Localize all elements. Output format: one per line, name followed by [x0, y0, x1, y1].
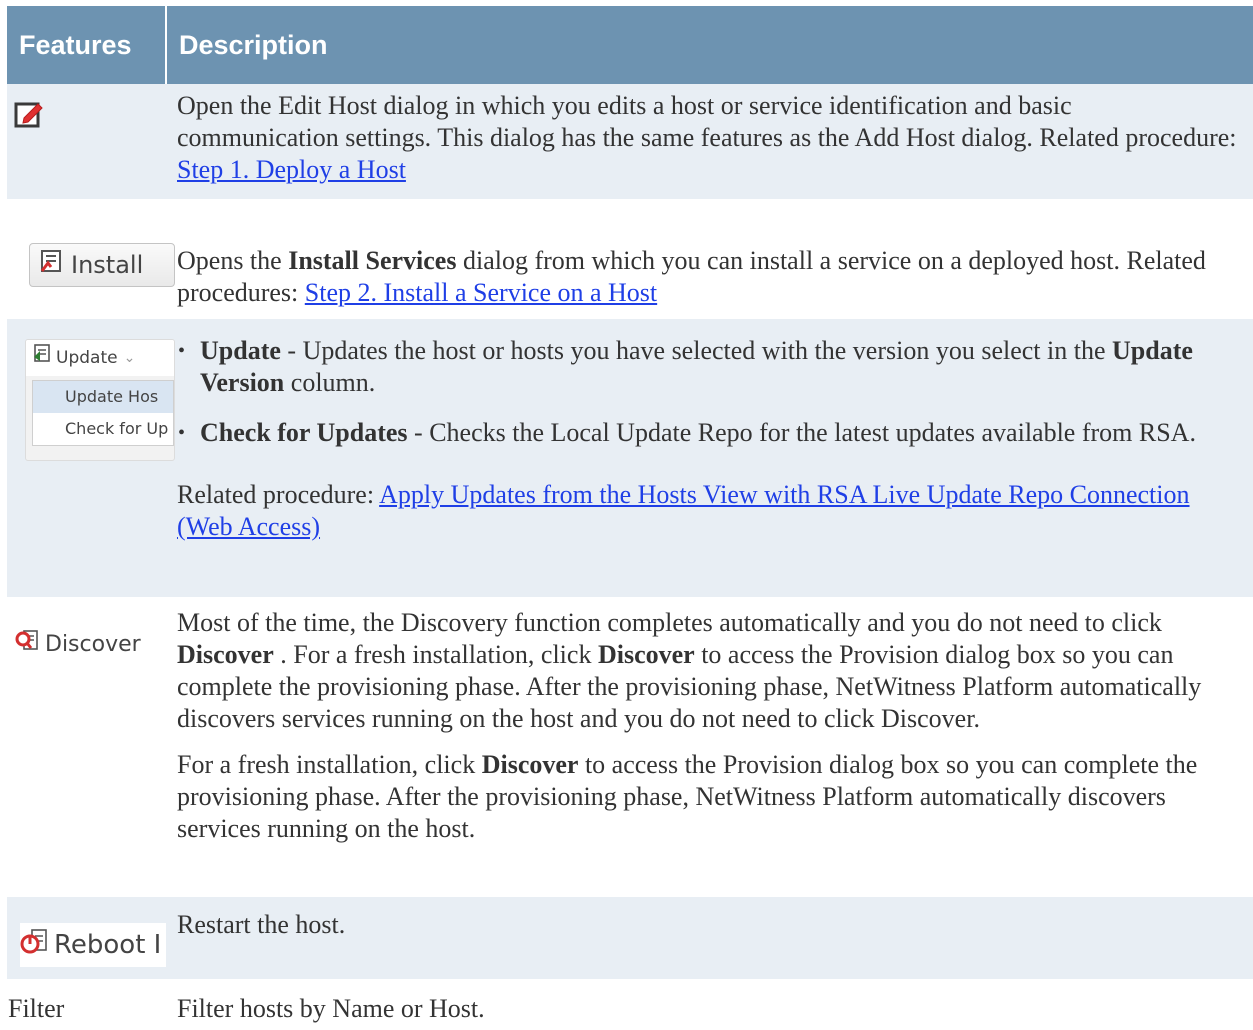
description-cell-filter: Filter hosts by Name or Host. [166, 980, 1253, 1030]
menu-item-check-updates[interactable]: Check for Up [33, 413, 173, 445]
install-button-label: Install [71, 251, 144, 279]
filter-label: Filter [8, 994, 65, 1023]
description-cell-discover: Most of the time, the Discovery function… [166, 598, 1253, 897]
discover-p2-b: Discover [481, 750, 579, 779]
description-cell-install: Opens the Install Services dialog from w… [166, 200, 1253, 319]
discover-button[interactable]: Discover [15, 623, 166, 667]
install-desc-bold: Install Services [288, 246, 457, 275]
install-desc-pre: Opens the [177, 246, 289, 275]
feature-cell-edit [7, 84, 166, 201]
bullet2-bold: Check for Updates [200, 418, 408, 447]
feature-cell-discover: Discover [7, 598, 166, 897]
table-row-update: Update ⌄ Update Hos Check for Up Update … [7, 318, 1253, 599]
bullet2-text: - Checks the Local Update Repo for the l… [407, 418, 1196, 447]
table-row-reboot: Reboot I Restart the host. [7, 896, 1253, 981]
feature-cell-reboot: Reboot I [7, 896, 166, 981]
discover-p1-c: . For a fresh installation, click [273, 640, 598, 669]
link-install-service[interactable]: Step 2. Install a Service on a Host [305, 278, 657, 307]
feature-cell-filter: Filter [7, 980, 166, 1030]
update-bullet-list: Update - Updates the host or hosts you h… [177, 319, 1239, 449]
features-table: Features Description Open the Edit Host … [7, 6, 1253, 1030]
update-menu: Update Hos Check for Up [32, 380, 174, 446]
discover-p1-a: Most of the time, the Discovery function… [177, 608, 1162, 637]
table-row-install: Install Opens the Install Services dialo… [7, 200, 1253, 319]
header-features: Features [7, 6, 167, 84]
header-description: Description [166, 6, 1253, 84]
install-button[interactable]: Install [29, 243, 175, 287]
header-row: Features Description [7, 6, 1253, 84]
description-cell-reboot: Restart the host. [166, 896, 1253, 981]
update-related-text: Related procedure: [177, 480, 380, 509]
update-button-label: Update [56, 348, 118, 368]
install-services-icon [39, 249, 63, 281]
reboot-button-label: Reboot I [54, 930, 162, 960]
link-deploy-host[interactable]: Step 1. Deploy a Host [177, 155, 406, 184]
table-row-filter: Filter Filter hosts by Name or Host. [7, 980, 1253, 1030]
reboot-icon [20, 927, 48, 963]
edit-pencil-icon[interactable] [14, 98, 166, 136]
list-item: Update - Updates the host or hosts you h… [178, 335, 1239, 399]
bullet1-text: - Updates the host or hosts you have sel… [280, 336, 1112, 365]
table-row-edit: Open the Edit Host dialog in which you e… [7, 84, 1253, 201]
discover-p1-d: Discover [597, 640, 695, 669]
update-icon [32, 342, 52, 374]
discover-p1-b: Discover [177, 640, 274, 669]
update-button[interactable]: Update ⌄ [26, 340, 174, 376]
feature-cell-update: Update ⌄ Update Hos Check for Up [7, 318, 175, 599]
discover-icon [15, 628, 39, 662]
table-row-discover: Discover Most of the time, the Discovery… [7, 598, 1253, 897]
discover-p2-a: For a fresh installation, click [177, 750, 482, 779]
update-dropdown-widget: Update ⌄ Update Hos Check for Up [25, 339, 175, 461]
reboot-button[interactable]: Reboot I [20, 923, 166, 967]
description-cell-edit: Open the Edit Host dialog in which you e… [166, 84, 1253, 201]
description-cell-update: Update - Updates the host or hosts you h… [166, 318, 1253, 599]
chevron-down-icon[interactable]: ⌄ [124, 342, 136, 374]
menu-item-update-host[interactable]: Update Hos [33, 381, 173, 413]
bullet1-bold: Update [200, 336, 281, 365]
discover-button-label: Discover [45, 632, 141, 657]
bullet1-post: column. [284, 368, 376, 397]
filter-description: Filter hosts by Name or Host. [177, 994, 485, 1023]
reboot-description: Restart the host. [177, 910, 346, 939]
edit-description: Open the Edit Host dialog in which you e… [177, 91, 1237, 152]
list-item: Check for Updates - Checks the Local Upd… [178, 417, 1239, 449]
feature-cell-install: Install [7, 200, 175, 319]
